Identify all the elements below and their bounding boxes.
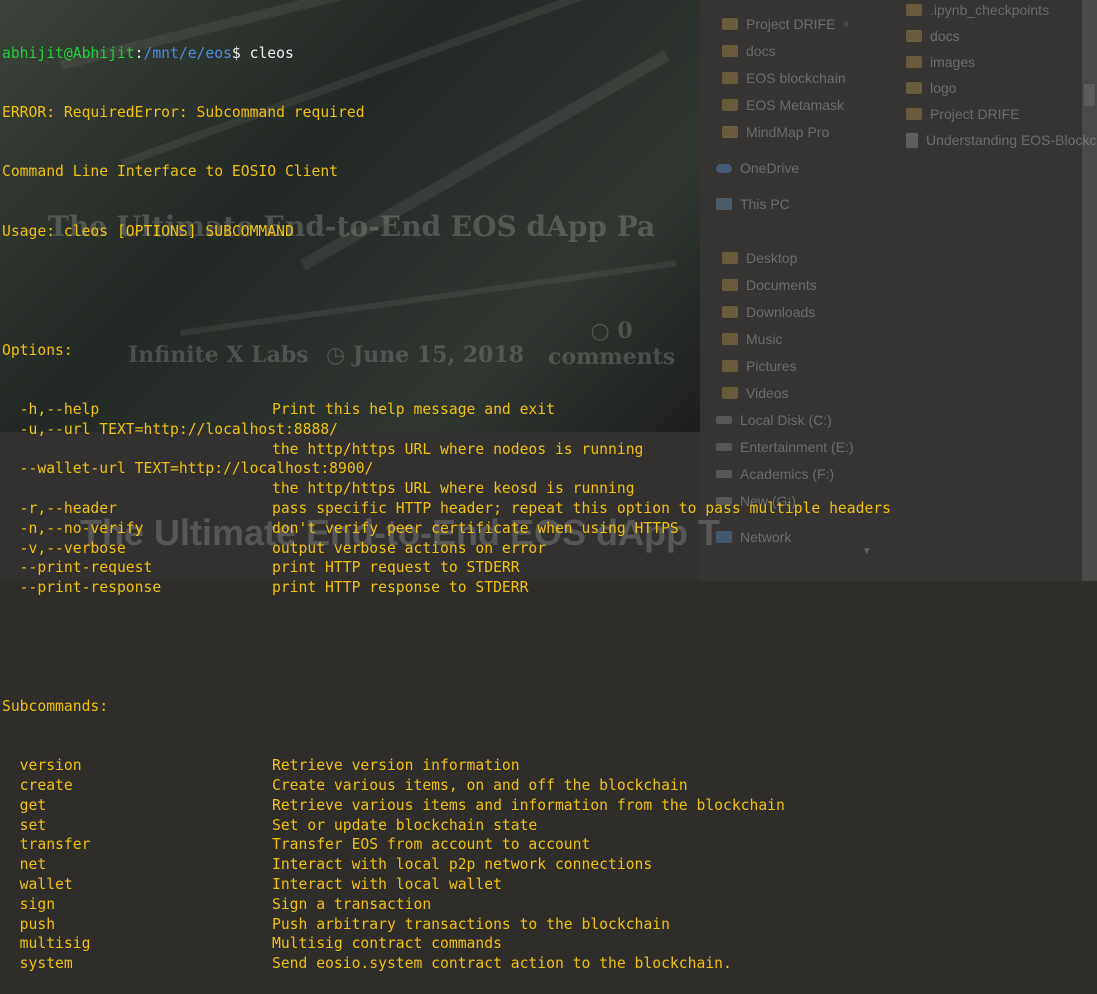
option-row: --print-request print HTTP request to STD… [2, 558, 891, 578]
option-row: -r,--header pass specific HTTP header; re… [2, 499, 891, 519]
option-row-description: print HTTP request to STDERR [272, 559, 520, 577]
folder-icon [906, 4, 922, 16]
subcommand-row-key: wallet [2, 876, 73, 894]
subcommand-row-description: Create various items, on and off the blo… [272, 777, 688, 795]
option-row-key: --wallet-url TEXT=http://localhost:8900/ [2, 460, 374, 478]
explorer-file-item[interactable]: logo [906, 80, 956, 96]
subcommand-row-key: version [2, 757, 82, 775]
entered-command: cleos [249, 44, 294, 62]
prompt-line: abhijit@Abhijit:/mnt/e/eos$ cleos [2, 44, 294, 62]
option-row-key: -h,--help [2, 400, 100, 418]
subcommands-header: Subcommands: [2, 697, 109, 715]
option-row-description: don't verify peer certificate when using… [272, 519, 679, 537]
subcommand-row-description: Retrieve version information [272, 757, 520, 775]
explorer-file-item[interactable]: docs [906, 28, 960, 44]
option-row-key: -r,--header [2, 499, 117, 517]
subcommand-row-key: get [2, 796, 47, 814]
folder-icon [906, 82, 922, 94]
subcommand-row-description: Retrieve various items and information f… [272, 796, 785, 814]
subcommand-row-key: sign [2, 895, 56, 913]
option-row-description: print HTTP response to STDERR [272, 579, 529, 597]
subcommand-row-key: create [2, 777, 73, 795]
subcommand-row: set Set or update blockchain state [2, 816, 891, 836]
explorer-file-label: logo [930, 80, 957, 96]
subcommand-row: multisig Multisig contract commands [2, 934, 891, 954]
explorer-file-label: images [930, 54, 976, 70]
background-scrollbar [1082, 0, 1097, 581]
option-row-description: the http/https URL where keosd is runnin… [272, 480, 635, 498]
option-row-key: -u,--url TEXT=http://localhost:8888/ [2, 420, 339, 438]
subcommand-row-description: Push arbitrary transactions to the block… [272, 915, 670, 933]
option-row-key: --print-response [2, 579, 162, 597]
subcommand-row-key: set [2, 816, 47, 834]
explorer-file-label: Understanding EOS-Blockc [926, 132, 1097, 148]
subcommand-row: net Interact with local p2p network conne… [2, 855, 891, 875]
option-row: the http/https URL where keosd is runnin… [2, 479, 891, 499]
subcommand-row-description: Multisig contract commands [272, 935, 502, 953]
option-row: -h,--help Print this help message and exi… [2, 400, 891, 420]
option-row: --wallet-url TEXT=http://localhost:8900/ [2, 459, 891, 479]
subcommand-row-description: Interact with local p2p network connecti… [272, 856, 653, 874]
subcommand-row: wallet Interact with local wallet [2, 875, 891, 895]
prompt-path: /mnt/e/eos [143, 44, 232, 62]
subcommand-row: version Retrieve version information [2, 756, 891, 776]
options-header: Options: [2, 341, 73, 359]
option-row: the http/https URL where nodeos is runni… [2, 440, 891, 460]
subcommand-row-description: Sign a transaction [272, 895, 432, 913]
option-row-description: the http/https URL where nodeos is runni… [272, 440, 644, 458]
explorer-file-item[interactable]: .ipynb_checkpoints [906, 2, 1049, 18]
option-row: -v,--verbose output verbose actions on er… [2, 539, 891, 559]
subcommand-row: create Create various items, on and off t… [2, 776, 891, 796]
terminal-output[interactable]: abhijit@Abhijit:/mnt/e/eos$ cleos ERROR:… [2, 4, 891, 994]
explorer-file-label: .ipynb_checkpoints [930, 2, 1050, 18]
explorer-file-item[interactable]: images [906, 54, 975, 70]
subcommand-row-key: multisig [2, 935, 91, 953]
option-row-key: -v,--verbose [2, 539, 126, 557]
subcommand-row-description: Set or update blockchain state [272, 816, 538, 834]
option-row-description: output verbose actions on error [272, 539, 547, 557]
option-row-key: --print-request [2, 559, 153, 577]
option-row: -n,--no-verify don't verify peer certific… [2, 519, 891, 539]
folder-icon [906, 56, 922, 68]
subcommand-row-key: system [2, 955, 73, 973]
explorer-file-item[interactable]: Understanding EOS-Blockc [906, 132, 1096, 148]
subcommand-row-key: push [2, 915, 56, 933]
option-row: -u,--url TEXT=http://localhost:8888/ [2, 420, 891, 440]
error-line: ERROR: RequiredError: Subcommand require… [2, 103, 365, 121]
subcommand-row-description: Transfer EOS from account to account [272, 836, 591, 854]
subcommand-row-description: Send eosio.system contract action to the… [272, 955, 732, 973]
subcommands-list: version Retrieve version information crea… [2, 756, 891, 974]
subcommand-row-description: Interact with local wallet [272, 876, 502, 894]
explorer-file-label: Project DRIFE [930, 106, 1020, 122]
subcommand-row: push Push arbitrary transactions to the b… [2, 915, 891, 935]
folder-icon [906, 30, 922, 42]
subcommand-row-key: transfer [2, 836, 91, 854]
option-row-key: -n,--no-verify [2, 519, 144, 537]
usage-line: Usage: cleos [OPTIONS] SUBCOMMAND [2, 222, 294, 240]
option-row-description: Print this help message and exit [272, 400, 555, 418]
subcommand-row: get Retrieve various items and informatio… [2, 796, 891, 816]
prompt-user: abhijit@Abhijit [2, 44, 135, 62]
options-list: -h,--help Print this help message and exi… [2, 400, 891, 598]
option-row-description: pass specific HTTP header; repeat this o… [272, 499, 891, 517]
document-icon [906, 132, 918, 148]
description-line: Command Line Interface to EOSIO Client [2, 163, 339, 181]
option-row: --print-response print HTTP response to S… [2, 578, 891, 598]
subcommand-row: sign Sign a transaction [2, 895, 891, 915]
explorer-file-item[interactable]: Project DRIFE [906, 106, 1019, 122]
subcommand-row-key: net [2, 856, 47, 874]
subcommand-row: system Send eosio.system contract action … [2, 954, 891, 974]
subcommand-row: transfer Transfer EOS from account to acc… [2, 835, 891, 855]
explorer-file-label: docs [930, 28, 960, 44]
folder-icon [906, 108, 922, 120]
